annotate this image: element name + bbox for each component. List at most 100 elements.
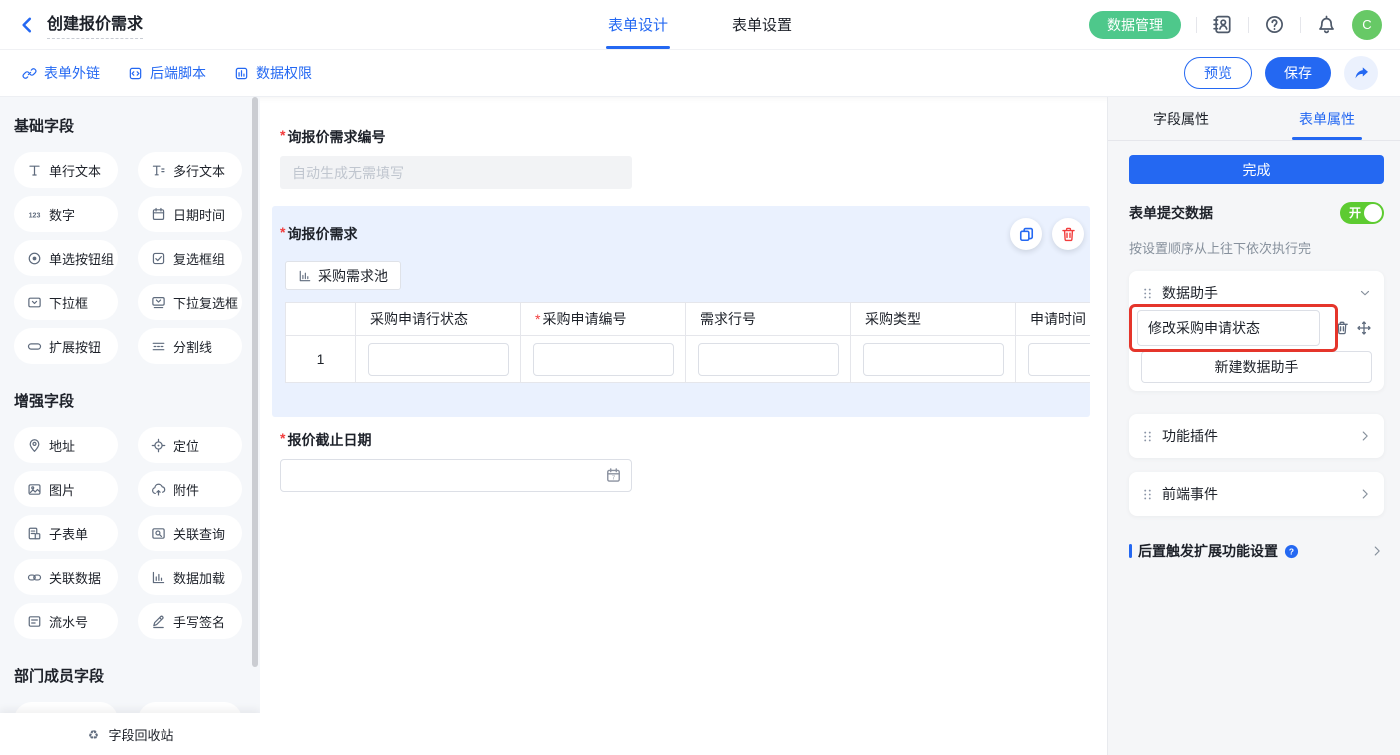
assistant-item[interactable]: 修改采购申请状态 [1137,310,1320,346]
calendar-icon[interactable]: 7 [605,467,622,484]
multiselect-icon [151,295,166,310]
subform-cell-input[interactable] [533,343,674,376]
drag-handle-icon[interactable] [1141,430,1154,443]
sidebar-item-子表单[interactable]: 子表单 [14,515,118,551]
field-serial[interactable]: * 询报价需求编号 [260,127,1107,189]
sidebar-item-日期时间[interactable]: 日期时间 [138,196,242,232]
drag-handle-icon[interactable] [1141,488,1154,501]
subform-cell-input[interactable] [863,343,1004,376]
execution-hint: 按设置顺序从上往下依次执行完 [1129,238,1384,257]
sidebar-item-流水号[interactable]: 流水号 [14,603,118,639]
sidebar-item-图片[interactable]: 图片 [14,471,118,507]
sidebar-item-关联数据[interactable]: 关联数据 [14,559,118,595]
subform-table: 采购申请行状态*采购申请编号需求行号采购类型申请时间1 [285,302,1090,383]
share-button[interactable] [1344,56,1378,90]
form-title[interactable]: 创建报价需求 [47,10,143,39]
data-manage-button[interactable]: 数据管理 [1089,11,1181,39]
recycle-label: 字段回收站 [108,725,173,744]
sidebar-item-数字[interactable]: 123数字 [14,196,118,232]
field-deadline[interactable]: * 报价截止日期 7 [260,430,1107,492]
new-assistant-button[interactable]: 新建数据助手 [1141,351,1372,383]
accent-bar [1129,544,1132,558]
trash-icon [1060,226,1077,243]
sidebar-item-单选按钮组[interactable]: 单选按钮组 [14,240,118,276]
preview-button[interactable]: 预览 [1184,57,1252,89]
svg-text:7: 7 [612,476,615,482]
post-trigger-settings[interactable]: 后置触发扩展功能设置 ? [1129,541,1384,561]
subform-icon [27,526,42,541]
subform-section-selected[interactable]: * 询报价需求 采购需求池 采购申请行状态*采购申请编号需求行号采购类型申请时间 [272,206,1090,417]
sidebar-item-单行文本[interactable]: 单行文本 [14,152,118,188]
save-button[interactable]: 保存 [1265,57,1331,89]
chevron-right-icon[interactable] [1358,429,1372,443]
frontend-event-card[interactable]: 前端事件 [1129,472,1384,516]
bell-icon[interactable] [1316,14,1337,35]
sidebar-item-下拉复选框[interactable]: 下拉复选框 [138,284,242,320]
divider [1196,17,1197,33]
attachment-icon [151,482,166,497]
sidebar-scrollbar[interactable] [252,97,258,667]
tab-表单设置[interactable]: 表单设置 [732,0,792,49]
recycle-icon: ♻ [86,727,101,742]
question-icon[interactable]: ? [1284,544,1299,559]
chevron-right-icon[interactable] [1358,487,1372,501]
sidebar-item-定位[interactable]: 定位 [138,427,242,463]
subform-cell [521,336,686,383]
bar-chart-icon [298,269,312,283]
sidebar-section-title: 增强字段 [14,390,260,411]
card-title: 数据助手 [1162,283,1218,303]
help-icon[interactable] [1264,14,1285,35]
svg-text:?: ? [1289,546,1294,556]
sidebar-item-多行文本[interactable]: 多行文本 [138,152,242,188]
sidebar-item-复选框组[interactable]: 复选框组 [138,240,242,276]
button-icon [27,339,42,354]
subform-cell-input[interactable] [698,343,839,376]
move-assistant-icon[interactable] [1356,320,1372,336]
field-recycle-bin[interactable]: ♻ 字段回收站 [0,713,260,755]
textarea-icon [151,163,166,178]
tab-表单设计[interactable]: 表单设计 [608,0,668,49]
panel-tab-表单属性[interactable]: 表单属性 [1254,97,1400,140]
delete-assistant-icon[interactable] [1334,320,1350,336]
panel-tab-字段属性[interactable]: 字段属性 [1108,97,1254,140]
field-sidebar: 基础字段单行文本多行文本123数字日期时间单选按钮组复选框组下拉框下拉复选框扩展… [0,97,260,755]
contacts-icon[interactable] [1212,14,1233,35]
toggle-state-label: 开 [1349,206,1361,220]
sidebar-item-分割线[interactable]: 分割线 [138,328,242,364]
toolbar-link-数据权限[interactable]: 数据权限 [234,63,312,83]
procurement-pool-button[interactable]: 采购需求池 [285,261,401,290]
sidebar-item-数据加载[interactable]: 数据加载 [138,559,242,595]
chevron-down-icon[interactable] [1358,286,1372,300]
checkbox-icon [151,251,166,266]
select-icon [27,295,42,310]
delete-field-button[interactable] [1052,218,1084,250]
submit-data-toggle[interactable]: 开 [1340,202,1384,224]
subform-cell-input[interactable] [368,343,509,376]
sidebar-item-手写签名[interactable]: 手写签名 [138,603,242,639]
copy-icon [1018,226,1035,243]
done-button[interactable]: 完成 [1129,155,1384,184]
duplicate-field-button[interactable] [1010,218,1042,250]
toolbar-link-后端脚本[interactable]: 后端脚本 [128,63,206,83]
back-icon[interactable] [18,16,36,34]
subform-cell [1016,336,1090,383]
chevron-right-icon[interactable] [1370,544,1384,558]
subform-cell-input[interactable] [1028,343,1091,376]
sidebar-item-下拉框[interactable]: 下拉框 [14,284,118,320]
serial-input[interactable] [280,156,632,189]
subform-row-index: 1 [286,336,356,383]
toolbar-link-表单外链[interactable]: 表单外链 [22,63,100,83]
datetime-icon [151,207,166,222]
plugin-card[interactable]: 功能插件 [1129,414,1384,458]
sidebar-item-扩展按钮[interactable]: 扩展按钮 [14,328,118,364]
sidebar-item-关联查询[interactable]: 关联查询 [138,515,242,551]
sidebar-item-地址[interactable]: 地址 [14,427,118,463]
avatar[interactable]: C [1352,10,1382,40]
address-icon [27,438,42,453]
sidebar-item-附件[interactable]: 附件 [138,471,242,507]
divider [1248,17,1249,33]
deadline-date-input[interactable] [280,459,632,492]
drag-handle-icon[interactable] [1141,287,1154,300]
field-label: 报价截止日期 [287,430,371,450]
subform-column-header: 采购类型 [851,303,1016,336]
